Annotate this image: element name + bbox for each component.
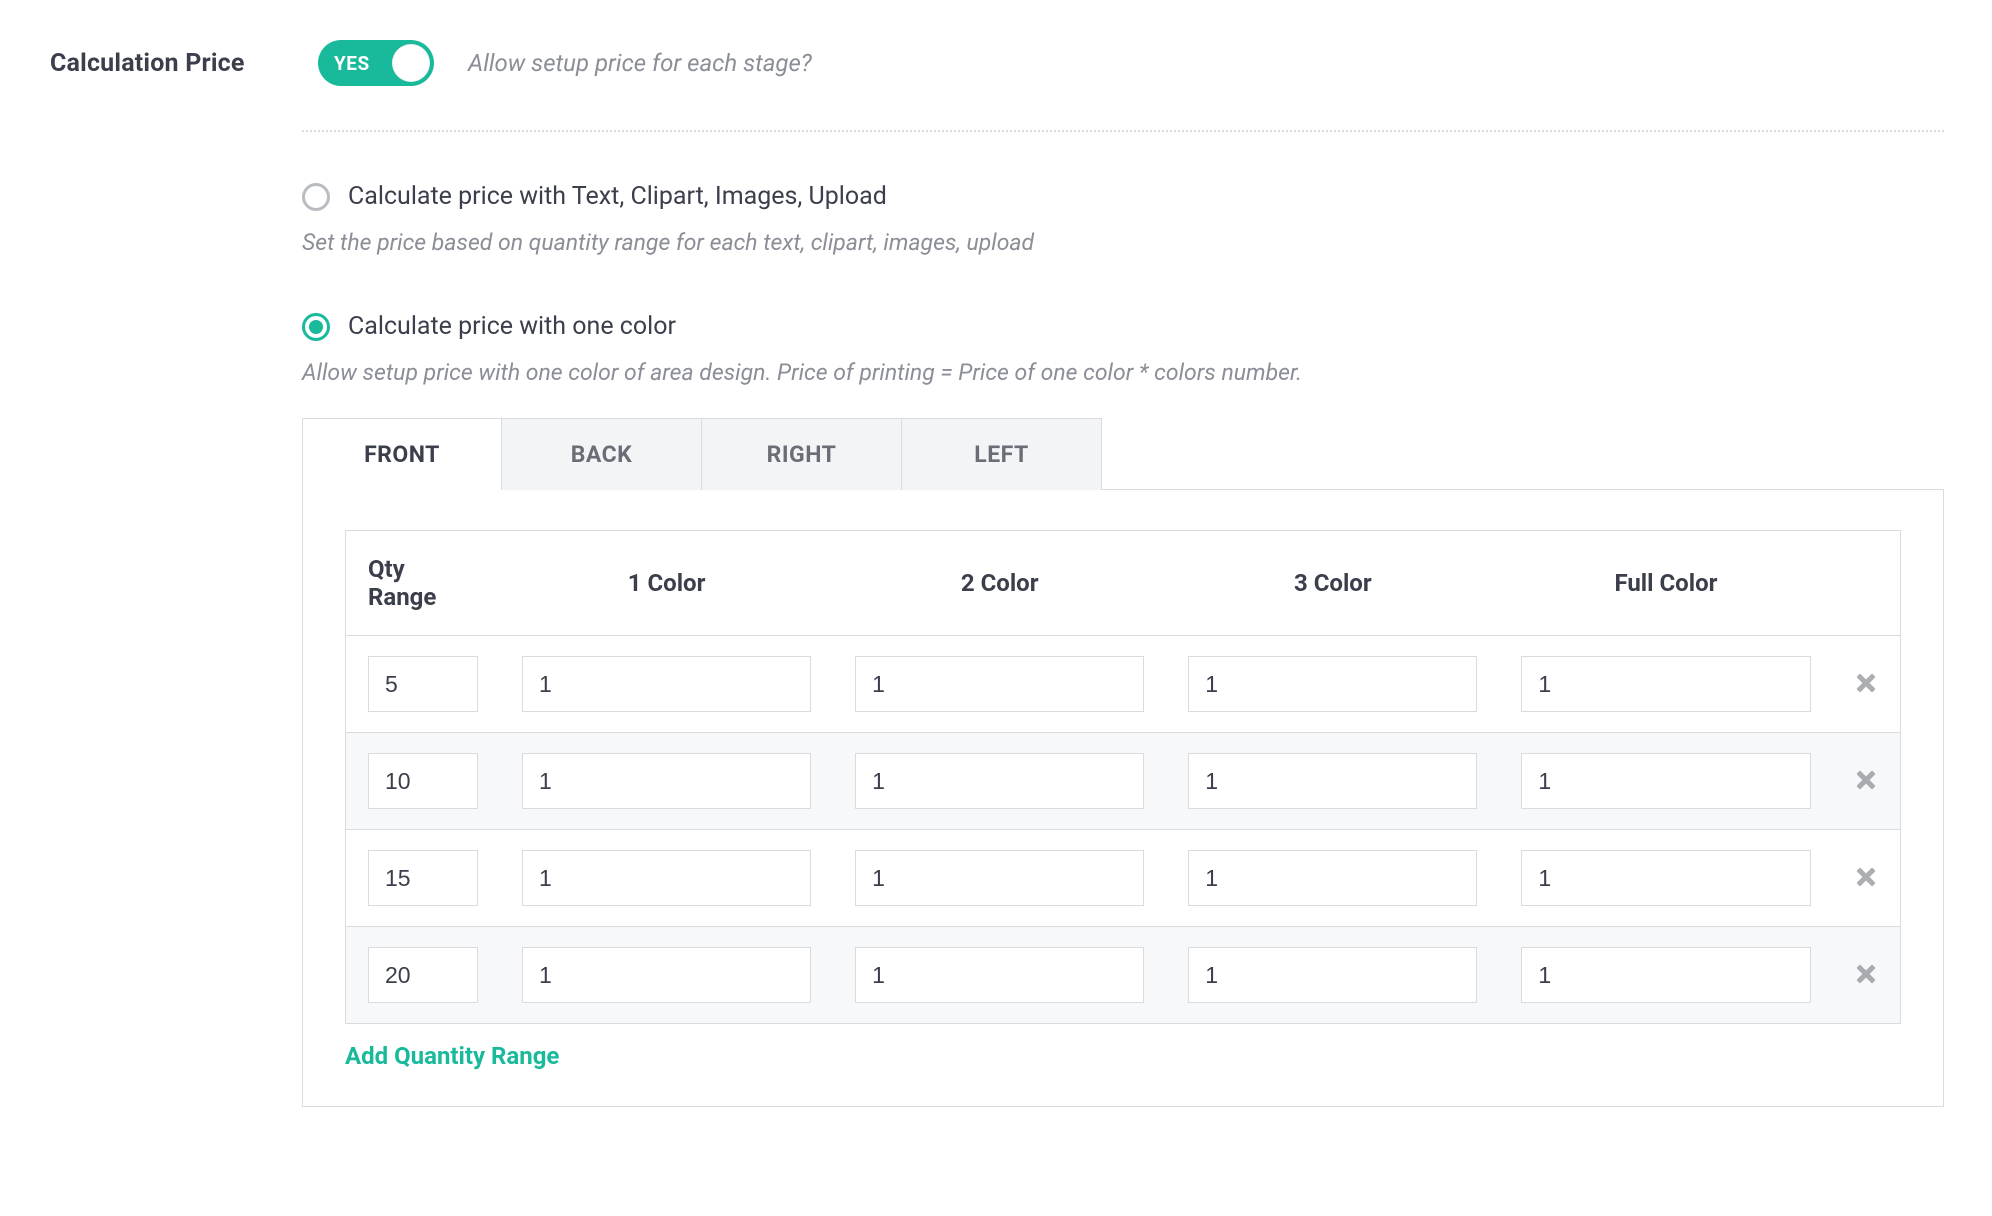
qty-input[interactable] (368, 656, 478, 712)
price-fullcolor-input[interactable] (1521, 753, 1810, 809)
col-full-color: Full Color (1499, 531, 1832, 636)
price-fullcolor-input[interactable] (1521, 656, 1810, 712)
delete-row-icon[interactable] (1857, 965, 1875, 983)
price-2color-input[interactable] (855, 656, 1144, 712)
pricing-panel: Qty Range 1 Color 2 Color 3 Color Full C… (302, 489, 1944, 1107)
col-1-color: 1 Color (500, 531, 833, 636)
price-1color-input[interactable] (522, 656, 811, 712)
option-one-color-hint: Allow setup price with one color of area… (302, 359, 1944, 386)
price-1color-input[interactable] (522, 947, 811, 1003)
price-2color-input[interactable] (855, 947, 1144, 1003)
price-3color-input[interactable] (1188, 850, 1477, 906)
qty-input[interactable] (368, 850, 478, 906)
tab-right[interactable]: RIGHT (702, 418, 902, 490)
option-one-color-label: Calculate price with one color (348, 312, 676, 341)
col-3-color: 3 Color (1166, 531, 1499, 636)
price-2color-input[interactable] (855, 850, 1144, 906)
col-2-color: 2 Color (833, 531, 1166, 636)
col-qty-range: Qty Range (346, 531, 501, 636)
col-delete (1833, 531, 1901, 636)
divider (302, 130, 1944, 132)
qty-input[interactable] (368, 947, 478, 1003)
price-1color-input[interactable] (522, 753, 811, 809)
price-3color-input[interactable] (1188, 656, 1477, 712)
radio-checked-icon (302, 313, 330, 341)
tab-front[interactable]: FRONT (302, 418, 502, 490)
price-1color-input[interactable] (522, 850, 811, 906)
table-row (346, 733, 1901, 830)
table-row (346, 636, 1901, 733)
tab-back[interactable]: BACK (502, 418, 702, 490)
toggle-knob-icon (392, 44, 430, 82)
option-text-clipart-radio[interactable]: Calculate price with Text, Clipart, Imag… (302, 182, 1944, 211)
price-fullcolor-input[interactable] (1521, 947, 1810, 1003)
price-2color-input[interactable] (855, 753, 1144, 809)
toggle-help-text: Allow setup price for each stage? (468, 49, 812, 77)
add-quantity-range-link[interactable]: Add Quantity Range (345, 1042, 559, 1070)
side-tabs: FRONT BACK RIGHT LEFT (302, 418, 1944, 490)
delete-row-icon[interactable] (1857, 771, 1875, 789)
table-row (346, 830, 1901, 927)
tab-left[interactable]: LEFT (902, 418, 1102, 490)
radio-unchecked-icon (302, 183, 330, 211)
price-3color-input[interactable] (1188, 753, 1477, 809)
toggle-state-label: YES (334, 52, 370, 75)
table-row (346, 927, 1901, 1024)
option-one-color-radio[interactable]: Calculate price with one color (302, 312, 1944, 341)
section-title: Calculation Price (50, 49, 298, 78)
price-3color-input[interactable] (1188, 947, 1477, 1003)
allow-setup-price-toggle[interactable]: YES (318, 40, 434, 86)
delete-row-icon[interactable] (1857, 674, 1875, 692)
price-fullcolor-input[interactable] (1521, 850, 1810, 906)
option-text-clipart-hint: Set the price based on quantity range fo… (302, 229, 1944, 256)
delete-row-icon[interactable] (1857, 868, 1875, 886)
qty-input[interactable] (368, 753, 478, 809)
option-text-clipart-label: Calculate price with Text, Clipart, Imag… (348, 182, 887, 211)
pricing-table: Qty Range 1 Color 2 Color 3 Color Full C… (345, 530, 1901, 1024)
